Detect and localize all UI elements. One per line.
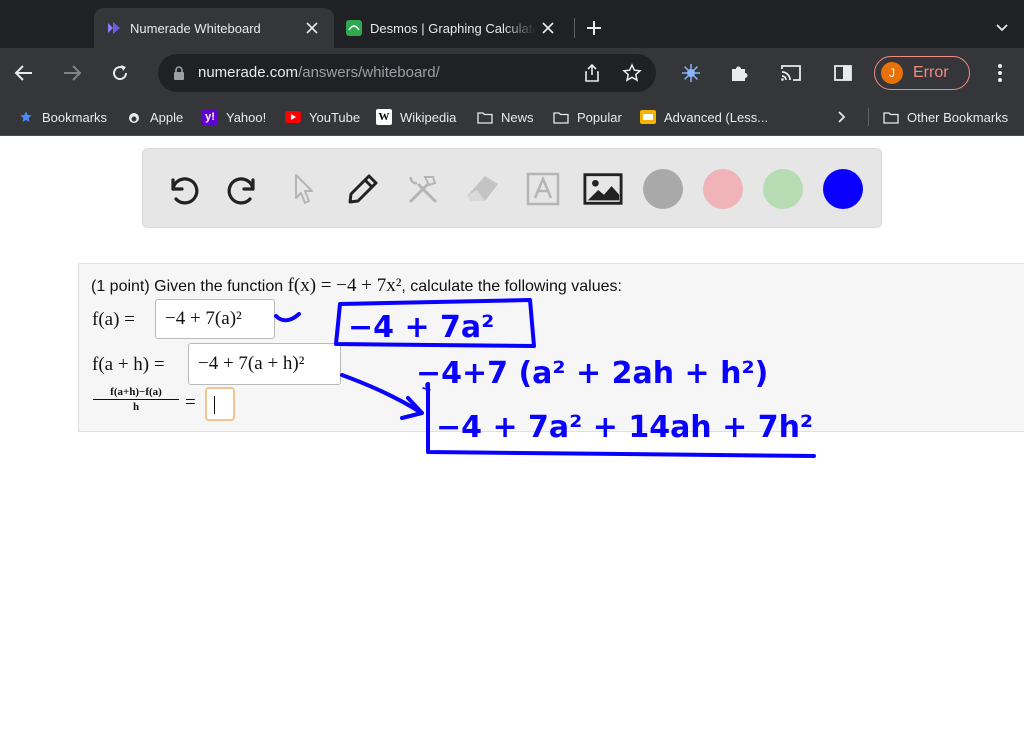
bookmark-label: Popular	[577, 109, 622, 125]
bookmark-label: YouTube	[309, 109, 361, 125]
youtube-icon	[285, 109, 301, 125]
folder-icon	[553, 109, 569, 125]
whiteboard-toolbar	[142, 148, 882, 228]
problem-panel: (1 point) Given the function f(x) = −4 +…	[78, 263, 1024, 432]
url-path: /answers/whiteboard/	[298, 64, 440, 81]
bookmark-advanced[interactable]: Advanced (Less...	[640, 107, 768, 127]
color-swatch-blue[interactable]	[823, 169, 863, 209]
answer-field-difference-quotient[interactable]	[205, 387, 235, 421]
bookmark-label: Wikipedia	[400, 109, 457, 125]
bookmark-label: Bookmarks	[42, 109, 108, 125]
address-bar[interactable]: numerade.com/answers/whiteboard/	[158, 54, 656, 92]
new-tab-plus-icon[interactable]	[582, 16, 606, 40]
doc-icon	[640, 109, 656, 125]
redo-icon[interactable]	[223, 169, 263, 209]
problem-statement: (1 point) Given the function f(x) = −4 +…	[91, 275, 622, 297]
equals-sign: =	[185, 392, 196, 413]
bookmark-wikipedia[interactable]: W Wikipedia	[376, 107, 456, 127]
extensions-puzzle-icon[interactable]	[728, 62, 750, 84]
text-icon[interactable]	[523, 169, 563, 209]
tab-divider	[574, 18, 575, 38]
answer-value: −4 + 7(a)²	[165, 308, 242, 329]
profile-status-label: Error	[913, 64, 949, 81]
numerade-logo-icon	[106, 20, 122, 36]
apple-icon	[126, 109, 142, 125]
fraction-numerator: f(a+h)−f(a)	[93, 386, 179, 400]
more-menu-icon[interactable]	[990, 62, 1010, 84]
close-tab-icon[interactable]	[300, 16, 324, 40]
pen-icon[interactable]	[343, 169, 383, 209]
wikipedia-icon: W	[376, 109, 392, 125]
folder-icon	[883, 109, 899, 125]
bookmark-other[interactable]: Other Bookmarks	[883, 107, 1008, 127]
reload-icon[interactable]	[106, 59, 134, 87]
extension-sparkle-icon[interactable]	[680, 62, 702, 84]
bookmark-bookmarks[interactable]: Bookmarks	[18, 107, 107, 127]
side-panel-icon[interactable]	[832, 62, 854, 84]
bookmark-label: Advanced (Less...	[664, 109, 769, 125]
browser-toolbar: numerade.com/answers/whiteboard/ J Error	[0, 48, 1024, 98]
bookmark-star-icon[interactable]	[622, 63, 642, 83]
text-caret	[214, 396, 215, 414]
row2-lhs: f(a + h) =	[92, 354, 165, 375]
url-text[interactable]: numerade.com/answers/whiteboard/	[198, 64, 440, 81]
lock-icon	[174, 66, 184, 80]
folder-icon	[477, 109, 493, 125]
profile-error-button[interactable]: J Error	[874, 56, 970, 90]
undo-icon[interactable]	[163, 169, 203, 209]
tab-title: Numerade Whiteboard	[130, 20, 261, 36]
bookmark-yahoo[interactable]: y! Yahoo!	[202, 107, 266, 127]
browser-tab-strip: Numerade Whiteboard Desmos | Graphing Ca…	[0, 0, 1024, 48]
cast-icon[interactable]	[780, 62, 802, 84]
bookmarks-bar: Bookmarks Apple y! Yahoo! YouTube W Wiki…	[0, 98, 1024, 136]
yahoo-icon: y!	[202, 109, 218, 125]
bookmark-label: Yahoo!	[226, 109, 267, 125]
answer-value: −4 + 7(a + h)²	[198, 353, 305, 374]
share-icon[interactable]	[582, 63, 602, 83]
bookmark-youtube[interactable]: YouTube	[285, 107, 360, 127]
problem-intro-prefix: (1 point) Given the function	[91, 278, 288, 295]
close-tab-icon[interactable]	[536, 16, 560, 40]
bookmark-folder-popular[interactable]: Popular	[553, 107, 622, 127]
answer-field-f-a[interactable]: −4 + 7(a)²	[155, 299, 275, 339]
bookmarks-divider	[868, 108, 869, 126]
tab-desmos[interactable]: Desmos | Graphing Calculator	[334, 8, 570, 48]
forward-arrow-icon[interactable]	[58, 59, 86, 87]
problem-intro-suffix: , calculate the following values:	[401, 278, 622, 295]
bookmark-label: Other Bookmarks	[907, 109, 1009, 125]
bookmarks-overflow-chevron-icon[interactable]	[834, 107, 850, 127]
color-swatch-green[interactable]	[763, 169, 803, 209]
color-swatch-pink[interactable]	[703, 169, 743, 209]
bookmark-label: Apple	[150, 109, 184, 125]
fraction-denominator: h	[132, 401, 140, 413]
answer-field-f-a-plus-h[interactable]: −4 + 7(a + h)²	[188, 343, 341, 385]
image-icon[interactable]	[583, 169, 623, 209]
tools-icon[interactable]	[403, 169, 443, 209]
color-swatch-gray[interactable]	[643, 169, 683, 209]
star-icon	[18, 109, 34, 125]
desmos-logo-icon	[346, 20, 362, 36]
bookmark-folder-news[interactable]: News	[477, 107, 534, 127]
difference-quotient: f(a+h)−f(a) h	[93, 386, 179, 413]
bookmark-apple[interactable]: Apple	[126, 107, 183, 127]
url-host: numerade.com	[198, 64, 299, 81]
pointer-icon[interactable]	[283, 169, 323, 209]
back-arrow-icon[interactable]	[10, 59, 38, 87]
tab-numerade-whiteboard[interactable]: Numerade Whiteboard	[94, 8, 334, 48]
avatar: J	[881, 62, 903, 84]
eraser-icon[interactable]	[463, 169, 503, 209]
row1-lhs: f(a) =	[92, 309, 135, 330]
tab-search-chevron-icon[interactable]	[990, 18, 1014, 38]
tab-title: Desmos | Graphing Calculator	[370, 20, 536, 36]
bookmark-label: News	[501, 109, 534, 125]
function-expression: f(x) = −4 + 7x²	[287, 275, 402, 296]
